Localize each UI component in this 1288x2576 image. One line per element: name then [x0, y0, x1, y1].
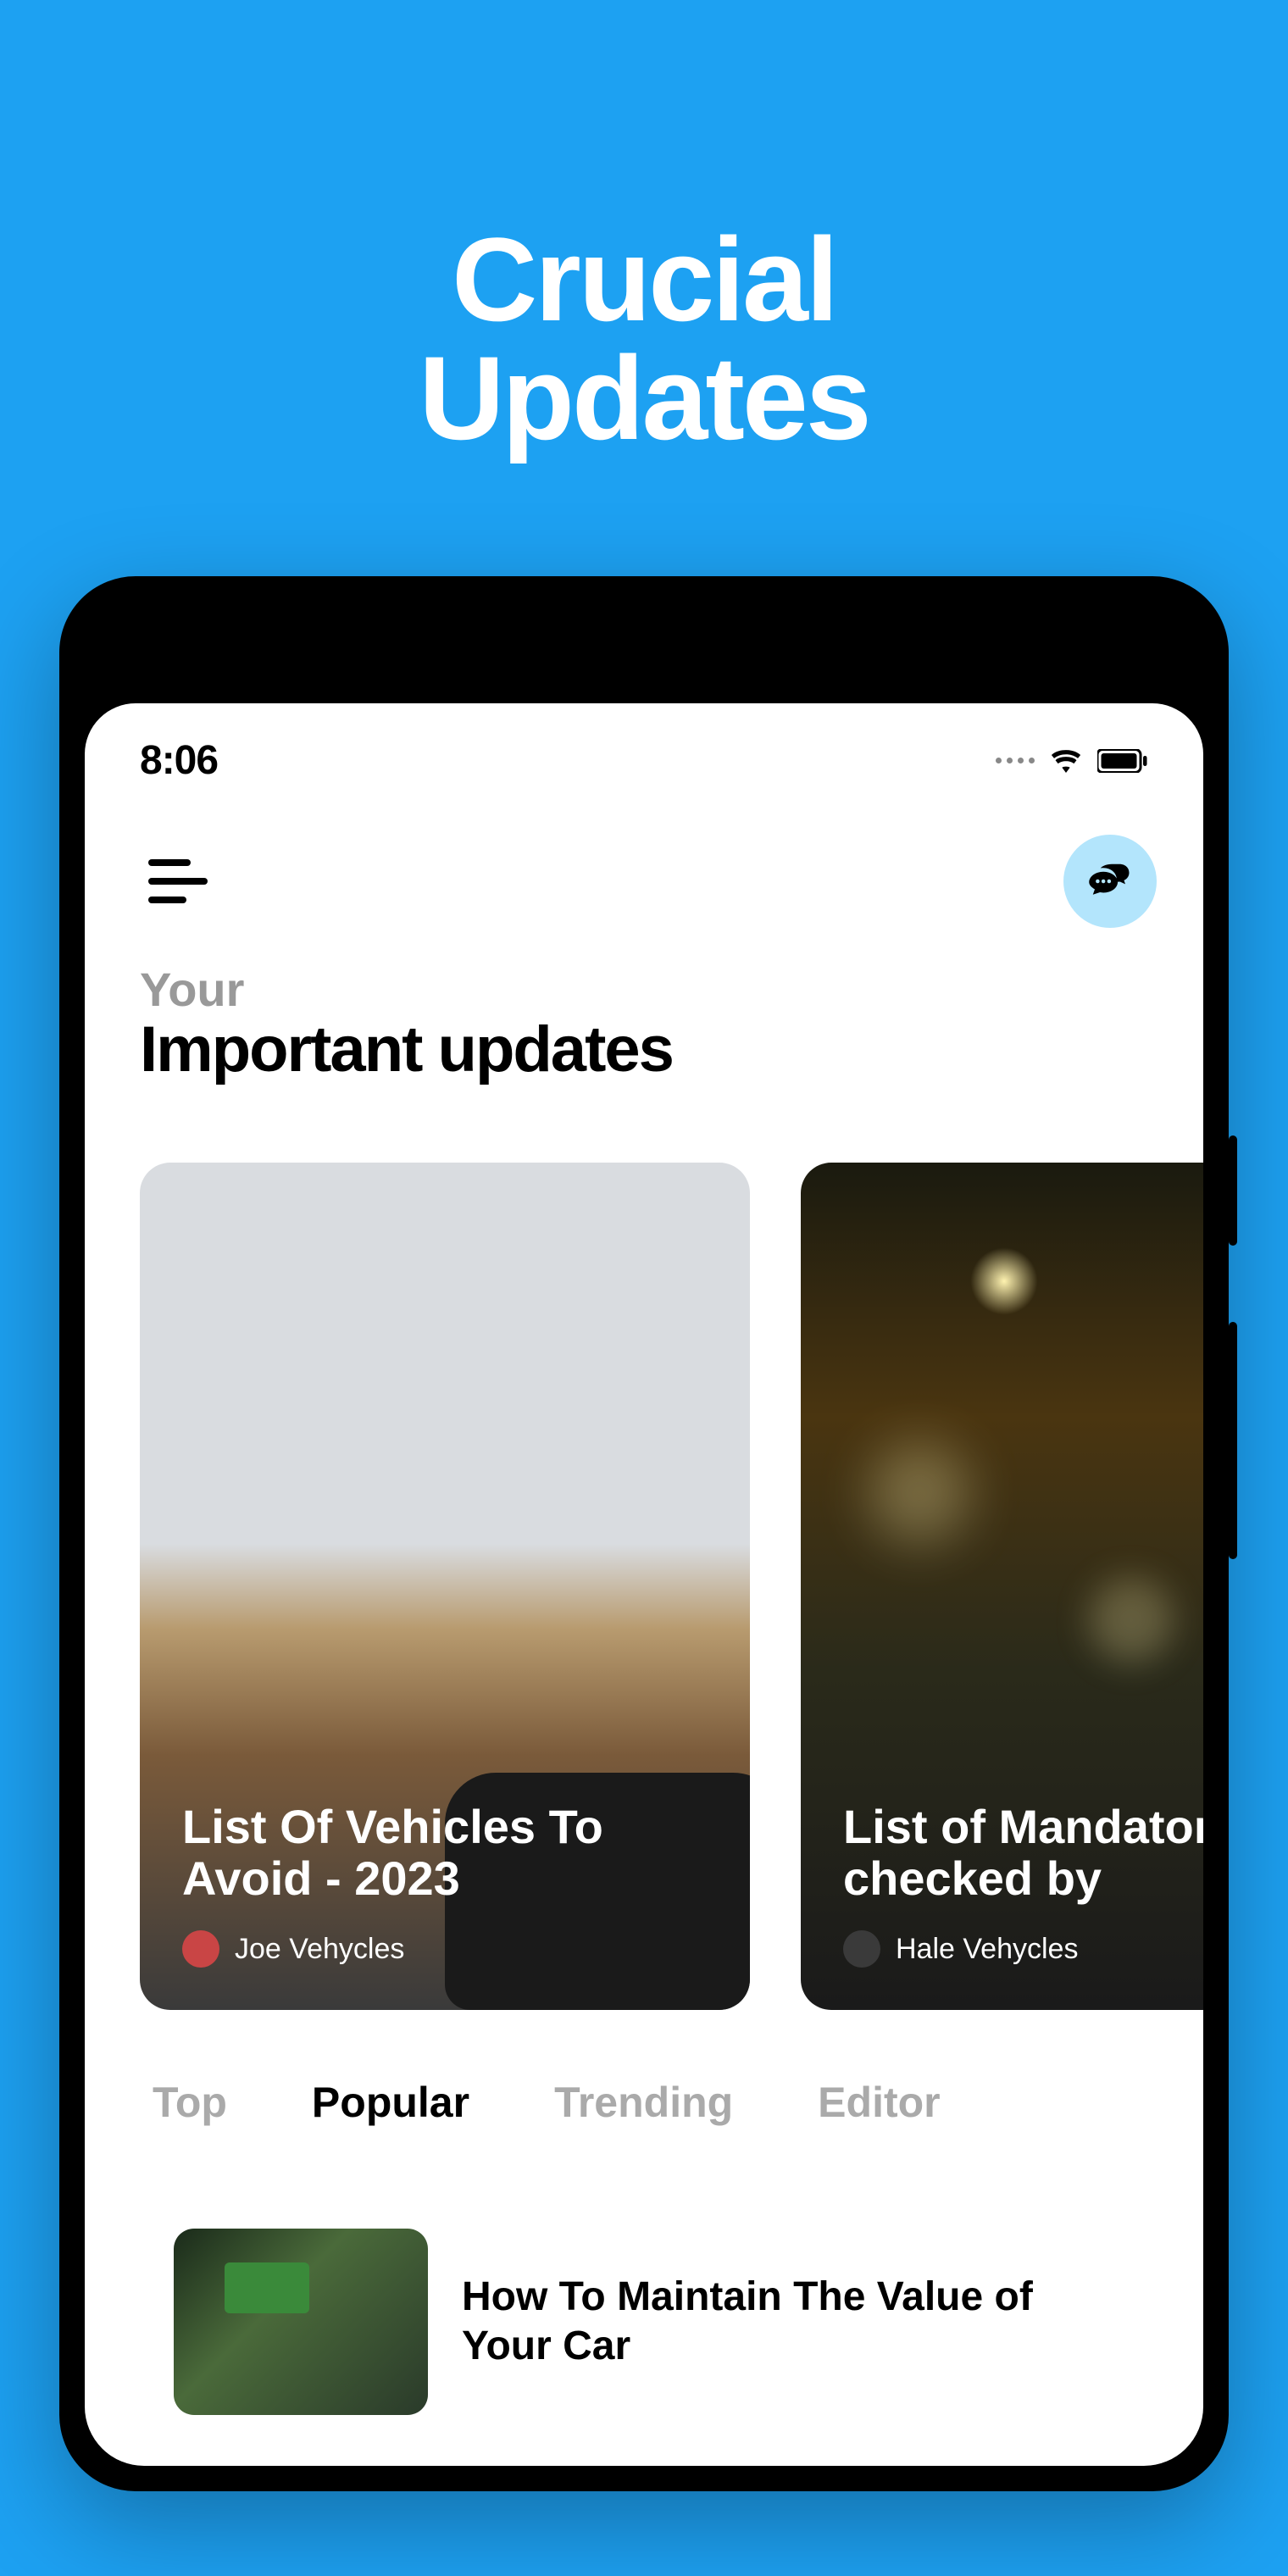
cards-row[interactable]: List Of Vehicles To Avoid - 2023 Joe Veh… — [85, 1086, 1203, 2010]
phone-side-button — [1229, 1135, 1237, 1246]
phone-frame: 8:06 — [59, 576, 1229, 2491]
author-avatar — [182, 1930, 219, 1968]
status-time: 8:06 — [140, 737, 218, 784]
featured-card[interactable]: List Of Vehicles To Avoid - 2023 Joe Veh… — [140, 1163, 750, 2010]
battery-icon — [1097, 749, 1148, 773]
list-thumb — [174, 2229, 428, 2415]
phone-side-button — [1229, 1322, 1237, 1559]
tab-popular[interactable]: Popular — [312, 2078, 469, 2127]
heading-small: Your — [140, 962, 1148, 1017]
hero-title: Crucial Updates — [419, 220, 869, 458]
cellular-icon — [996, 758, 1035, 763]
list-title: How To Maintain The Value of Your Car — [462, 2273, 1114, 2370]
author-name: Joe Vehycles — [235, 1933, 404, 1966]
app-header — [85, 801, 1203, 962]
card-author: Joe Vehycles — [182, 1930, 708, 1968]
tab-editor[interactable]: Editor — [818, 2078, 940, 2127]
wifi-icon — [1050, 749, 1082, 773]
chat-icon — [1087, 858, 1133, 904]
tab-top[interactable]: Top — [153, 2078, 227, 2127]
card-title: List Of Vehicles To Avoid - 2023 — [182, 1801, 708, 1905]
list-item[interactable]: How To Maintain The Value of Your Car — [140, 2195, 1148, 2449]
status-bar: 8:06 — [85, 703, 1203, 801]
card-author: Hale Vehycles — [843, 1930, 1203, 1968]
status-icons — [996, 749, 1148, 773]
menu-line-icon — [148, 878, 208, 885]
author-avatar — [843, 1930, 880, 1968]
featured-card[interactable]: List of Mandatory It checked by Hale Veh… — [801, 1163, 1203, 2010]
menu-button[interactable] — [131, 839, 216, 924]
author-name: Hale Vehycles — [896, 1933, 1078, 1966]
phone-inner: 8:06 — [85, 602, 1203, 2466]
tab-trending[interactable]: Trending — [554, 2078, 733, 2127]
card-title: List of Mandatory It checked by — [843, 1801, 1203, 1905]
chat-button[interactable] — [1063, 835, 1157, 928]
menu-line-icon — [148, 859, 191, 866]
tabs-row: Top Popular Trending Editor — [85, 2010, 1203, 2127]
page-heading: Your Important updates — [85, 962, 1203, 1086]
app-screen: 8:06 — [85, 703, 1203, 2466]
menu-line-icon — [148, 897, 186, 903]
heading-large: Important updates — [140, 1013, 1148, 1086]
